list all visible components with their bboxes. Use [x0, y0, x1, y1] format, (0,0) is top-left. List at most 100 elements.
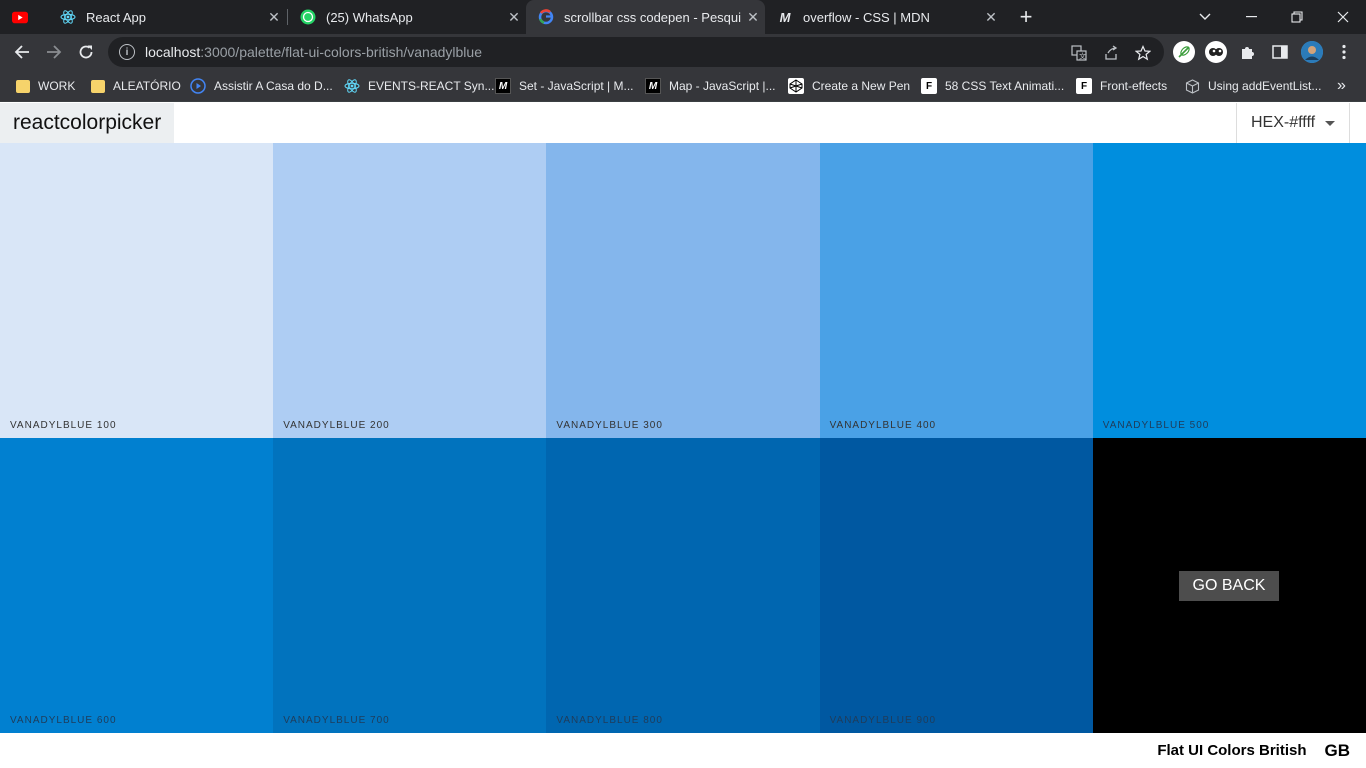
app-logo[interactable]: reactcolorpicker	[0, 103, 175, 143]
translate-icon[interactable]: 文	[1070, 44, 1088, 62]
bookmark-label: Create a New Pen	[812, 79, 911, 93]
react-icon	[344, 78, 360, 94]
folder-icon	[91, 79, 105, 93]
f-icon: F	[1076, 78, 1092, 94]
color-name: vanadylblue 400	[829, 420, 937, 431]
tab-mdn[interactable]: M overflow - CSS | MDN ✕	[765, 0, 1003, 34]
close-icon[interactable]: ✕	[979, 9, 1003, 26]
bookmark-set-javascript[interactable]: M Set - JavaScript | M...	[495, 76, 633, 96]
reload-icon[interactable]	[72, 38, 100, 66]
extensions-puzzle-icon[interactable]	[1234, 38, 1262, 66]
react-icon	[60, 9, 76, 25]
chevron-down-icon	[1325, 120, 1336, 126]
color-name: vanadylblue 600	[10, 715, 117, 726]
address-bar[interactable]: i localhost:3000/palette/flat-ui-colors-…	[108, 37, 1164, 67]
palette-footer: Flat UI Colors British GB	[0, 733, 1366, 768]
back-icon[interactable]	[8, 38, 36, 66]
tab-react-app[interactable]: React App ✕	[48, 0, 286, 34]
bookmark-create-pen[interactable]: Create a New Pen	[788, 76, 910, 96]
bookmark-star-icon[interactable]	[1134, 44, 1152, 62]
extension-leaf-icon[interactable]	[1173, 41, 1195, 63]
tab-title: scrollbar css codepen - Pesquisa	[564, 9, 741, 25]
color-name: vanadylblue 700	[283, 715, 390, 726]
tab-title: overflow - CSS | MDN	[803, 9, 930, 25]
bookmark-label: 58 CSS Text Animati...	[945, 79, 1065, 93]
cube-icon	[1184, 78, 1200, 94]
color-name: vanadylblue 500	[1102, 420, 1210, 431]
site-info-icon[interactable]: i	[119, 44, 135, 60]
folder-icon	[16, 79, 30, 93]
color-box[interactable]: vanadylblue 400	[819, 143, 1093, 438]
tab-youtube[interactable]	[0, 0, 48, 34]
color-box[interactable]: vanadylblue 100	[0, 143, 274, 438]
bookmark-events-react[interactable]: EVENTS-REACT Syn...	[344, 76, 494, 96]
color-box[interactable]: vanadylblue 600	[0, 438, 274, 733]
color-box[interactable]: vanadylblue 900	[819, 438, 1093, 733]
extension-eyes-icon[interactable]	[1205, 41, 1227, 63]
browser-tab-strip: React App ✕ (25) WhatsApp ✕ scrollbar cs…	[0, 0, 1366, 34]
bookmark-css-text-animations[interactable]: F 58 CSS Text Animati...	[921, 76, 1064, 96]
mdn-icon: M	[645, 78, 661, 94]
color-box[interactable]: vanadylblue 300	[546, 143, 820, 438]
tab-search-icon[interactable]	[1182, 0, 1228, 34]
f-icon: F	[921, 78, 937, 94]
bookmark-label: WORK	[38, 79, 76, 93]
bookmark-add-event-listener[interactable]: Using addEventList...	[1184, 76, 1321, 96]
new-tab-button[interactable]: +	[1014, 0, 1038, 34]
url-path: :3000/palette/flat-ui-colors-british/van…	[200, 44, 482, 60]
codepen-icon	[788, 78, 804, 94]
bookmark-label: EVENTS-REACT Syn...	[368, 79, 495, 93]
palette-grid: vanadylblue 100 vanadylblue 200 vanadylb…	[0, 143, 1366, 733]
whatsapp-icon	[300, 9, 316, 25]
color-name: vanadylblue 900	[829, 715, 937, 726]
color-name: vanadylblue 200	[283, 420, 390, 431]
palette-emoji: GB	[1324, 740, 1351, 760]
svg-text:文: 文	[1079, 52, 1086, 61]
url-text: localhost:3000/palette/flat-ui-colors-br…	[145, 44, 482, 60]
window-close-icon[interactable]	[1320, 0, 1366, 34]
browser-menu-icon[interactable]	[1330, 38, 1358, 66]
tab-google-search[interactable]: scrollbar css codepen - Pesquisa ✕	[526, 0, 765, 34]
minimize-icon[interactable]	[1228, 0, 1274, 34]
close-icon[interactable]: ✕	[502, 9, 526, 26]
color-box[interactable]: vanadylblue 800	[546, 438, 820, 733]
close-icon[interactable]: ✕	[741, 9, 765, 26]
youtube-icon	[12, 9, 28, 25]
format-select-value: HEX-#ffff	[1251, 114, 1316, 131]
format-select[interactable]: HEX-#ffff	[1236, 103, 1350, 143]
bookmark-label: Map - JavaScript |...	[669, 79, 776, 93]
color-box[interactable]: vanadylblue 200	[273, 143, 547, 438]
go-back-button[interactable]: GO BACK	[1179, 571, 1279, 601]
browser-toolbar: i localhost:3000/palette/flat-ui-colors-…	[0, 34, 1366, 70]
bookmark-aleatorio[interactable]: ALEATÓRIO	[91, 76, 181, 96]
mdn-icon: M	[495, 78, 511, 94]
color-name: vanadylblue 300	[556, 420, 663, 431]
color-name: vanadylblue 100	[10, 420, 117, 431]
color-box[interactable]: vanadylblue 500	[1092, 143, 1366, 438]
bookmark-label: Front-effects	[1100, 79, 1168, 93]
play-icon	[190, 78, 206, 94]
tab-title: React App	[86, 9, 146, 25]
share-icon[interactable]	[1102, 44, 1120, 62]
bookmark-label: Set - JavaScript | M...	[519, 79, 634, 93]
side-panel-icon[interactable]	[1266, 38, 1294, 66]
bookmark-map-javascript[interactable]: M Map - JavaScript |...	[645, 76, 775, 96]
bookmark-label: Using addEventList...	[1208, 79, 1322, 93]
bookmark-label: Assistir A Casa do D...	[214, 79, 333, 93]
app-navbar: reactcolorpicker HEX-#ffff	[0, 103, 1366, 143]
close-icon[interactable]: ✕	[262, 9, 286, 26]
tab-whatsapp[interactable]: (25) WhatsApp ✕	[288, 0, 526, 34]
more-bookmarks-button[interactable]: »	[1337, 76, 1346, 96]
bookmark-work[interactable]: WORK	[16, 76, 75, 96]
bookmarks-bar: WORK ALEATÓRIO Assistir A Casa do D... E…	[0, 70, 1366, 102]
bookmark-label: ALEATÓRIO	[113, 79, 181, 93]
restore-icon[interactable]	[1274, 0, 1320, 34]
bookmark-casa-do-dragao[interactable]: Assistir A Casa do D...	[190, 76, 333, 96]
bookmark-front-effects[interactable]: F Front-effects	[1076, 76, 1167, 96]
google-icon	[538, 9, 554, 25]
mdn-icon: M	[779, 9, 791, 25]
url-host: localhost	[145, 44, 201, 60]
forward-icon[interactable]	[40, 38, 68, 66]
profile-avatar[interactable]	[1301, 41, 1323, 63]
color-box[interactable]: vanadylblue 700	[273, 438, 547, 733]
